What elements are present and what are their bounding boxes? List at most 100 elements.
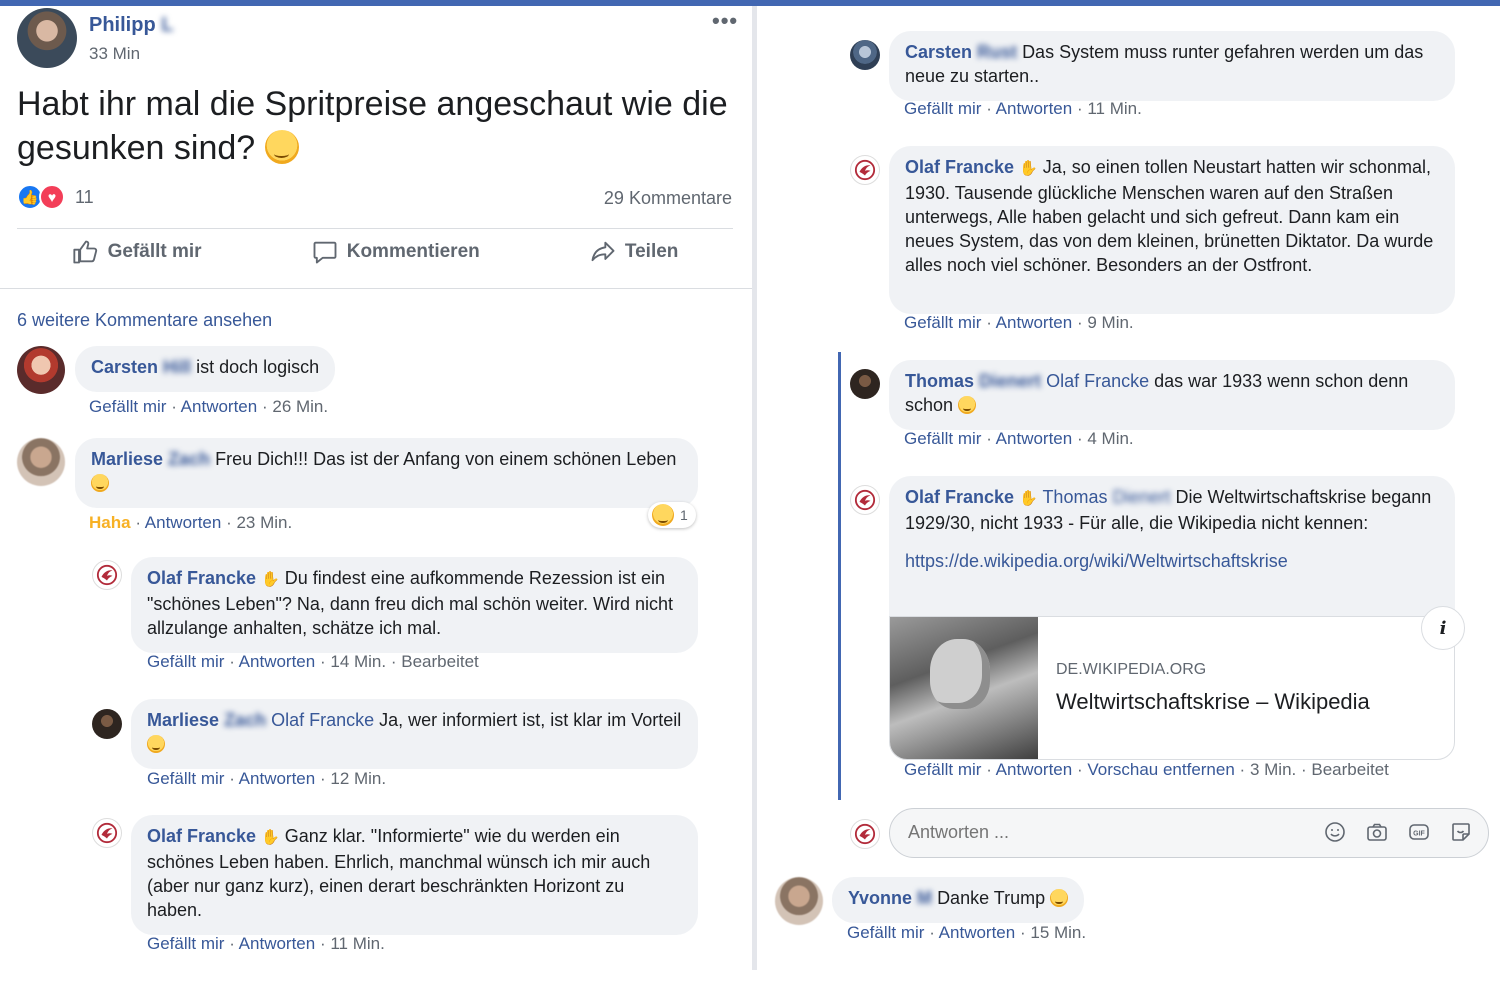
comment-bubble: Olaf Francke ✋ Ja, so einen tollen Neust…	[889, 146, 1455, 314]
wink-emoji-icon	[1050, 888, 1069, 907]
commenter-avatar[interactable]	[92, 709, 122, 739]
comment-reply-link[interactable]: Antworten	[939, 923, 1016, 942]
comment-reply-link[interactable]: Antworten	[996, 760, 1073, 779]
like-button[interactable]: Gefällt mir	[72, 238, 202, 266]
reply-input[interactable]	[908, 822, 1288, 843]
preview-thumbnail	[890, 617, 1038, 759]
commenter-name[interactable]: Marliese Zach	[91, 449, 210, 469]
mention-link[interactable]: Thomas Dienert	[1042, 487, 1170, 507]
comment-reply-link[interactable]: Antworten	[996, 313, 1073, 332]
comment-meta: Gefällt mir · Antworten · 12 Min.	[147, 769, 387, 788]
comment-button[interactable]: Kommentieren	[311, 238, 480, 266]
comment-like-link[interactable]: Gefällt mir	[147, 652, 224, 671]
preview-title: Weltwirtschaftskrise – Wikipedia	[1056, 689, 1370, 714]
commenter-avatar[interactable]	[775, 877, 823, 925]
post-author-name[interactable]: Philipp L	[89, 14, 173, 37]
comment-count[interactable]: 29 Kommentare	[604, 188, 732, 209]
comment-time[interactable]: 15 Min.	[1030, 923, 1086, 942]
gif-icon[interactable]: GIF	[1406, 819, 1432, 845]
comment-time[interactable]: 23 Min.	[236, 513, 292, 532]
comment-meta: Gefällt mir · Antworten · 26 Min.	[89, 397, 329, 416]
wikipedia-link[interactable]: https://de.wikipedia.org/wiki/Weltwirtsc…	[905, 551, 1288, 571]
post-timestamp[interactable]: 33 Min	[89, 44, 140, 64]
commenter-name[interactable]: Olaf Francke	[905, 487, 1014, 507]
edited-label[interactable]: Bearbeitet	[1311, 760, 1389, 779]
comment-bubble: Carsten Hill ist doch logisch	[75, 346, 336, 392]
commenter-avatar[interactable]	[850, 155, 880, 185]
edited-label[interactable]: Bearbeitet	[401, 652, 479, 671]
link-preview-card[interactable]: DE.WIKIPEDIA.ORG Weltwirtschaftskrise – …	[889, 616, 1455, 760]
commenter-name[interactable]: Carsten Rust	[905, 42, 1017, 62]
comment-button-label: Kommentieren	[346, 241, 480, 262]
comment-reply-link[interactable]: Antworten	[239, 652, 316, 671]
commenter-avatar[interactable]	[850, 40, 880, 70]
comment-meta: Gefällt mir · Antworten · 11 Min.	[904, 99, 1142, 118]
comment-time[interactable]: 4 Min.	[1087, 429, 1133, 448]
thread-indicator-line	[838, 352, 841, 800]
commenter-name[interactable]: Thomas Dienert	[905, 371, 1041, 391]
comment-like-link[interactable]: Gefällt mir	[847, 923, 924, 942]
comment-like-link[interactable]: Gefällt mir	[147, 769, 224, 788]
comment-time[interactable]: 14 Min.	[330, 652, 386, 671]
comment-reply-link[interactable]: Antworten	[996, 99, 1073, 118]
comment-meta: Gefällt mir · Antworten · 4 Min.	[904, 429, 1134, 448]
share-button-label: Teilen	[624, 241, 679, 262]
comment-reply-link[interactable]: Antworten	[239, 769, 316, 788]
like-button-label: Gefällt mir	[107, 241, 202, 262]
reaction-summary[interactable]: 👍 ♥ 11	[17, 184, 94, 210]
more-options-icon[interactable]: •••	[712, 8, 738, 34]
comment-reply-link[interactable]: Antworten	[996, 429, 1073, 448]
commenter-avatar[interactable]	[92, 818, 122, 848]
comment-reply-link[interactable]: Antworten	[145, 513, 222, 532]
comment-like-link[interactable]: Gefällt mir	[904, 429, 981, 448]
remove-preview-link[interactable]: Vorschau entfernen	[1087, 760, 1234, 779]
comment-time[interactable]: 11 Min.	[330, 934, 385, 953]
comment-like-link[interactable]: Gefällt mir	[904, 760, 981, 779]
reply-tools: GIF	[1322, 819, 1474, 845]
comment-like-link[interactable]: Gefällt mir	[904, 99, 981, 118]
commenter-avatar[interactable]	[17, 346, 65, 394]
comment-reply-link[interactable]: Antworten	[181, 397, 258, 416]
commenter-avatar[interactable]	[850, 369, 880, 399]
top-bar	[0, 0, 1500, 6]
post-actions: Gefällt mir Kommentieren Teilen	[17, 238, 733, 266]
comment-time[interactable]: 9 Min.	[1087, 313, 1133, 332]
comment-like-link[interactable]: Gefällt mir	[147, 934, 224, 953]
emoji-icon[interactable]	[1322, 819, 1348, 845]
comment-meta: Gefällt mir · Antworten · Vorschau entfe…	[904, 760, 1389, 779]
commenter-name[interactable]: Olaf Francke	[147, 826, 256, 846]
wave-hand-icon: ✋	[1019, 490, 1038, 507]
share-button[interactable]: Teilen	[589, 238, 679, 266]
comment-time[interactable]: 26 Min.	[272, 397, 328, 416]
comment-bubble: Yvonne M Danke Trump	[832, 877, 1085, 923]
commenter-name[interactable]: Olaf Francke	[905, 157, 1014, 177]
comment-like-link[interactable]: Gefällt mir	[904, 313, 981, 332]
comment-bubble: Carsten Rust Das System muss runter gefa…	[889, 31, 1455, 101]
mention-link[interactable]: Olaf Francke	[1046, 371, 1149, 391]
commenter-name[interactable]: Yvonne M	[848, 888, 932, 908]
commenter-name[interactable]: Olaf Francke	[147, 568, 256, 588]
current-user-avatar	[850, 819, 880, 849]
mention-link[interactable]: Olaf Francke	[271, 710, 374, 730]
more-comments-link[interactable]: 6 weitere Kommentare ansehen	[17, 310, 272, 331]
comment-reply-link[interactable]: Antworten	[239, 934, 316, 953]
camera-icon[interactable]	[1364, 819, 1390, 845]
info-icon[interactable]: i	[1421, 606, 1465, 650]
commenter-avatar[interactable]	[850, 485, 880, 515]
comment-time[interactable]: 12 Min.	[330, 769, 386, 788]
comment-like-link[interactable]: Gefällt mir	[89, 397, 166, 416]
commenter-avatar[interactable]	[17, 438, 65, 486]
post-author-avatar[interactable]	[17, 8, 77, 68]
commenter-name[interactable]: Marliese Zach	[147, 710, 266, 730]
wave-hand-icon: ✋	[1019, 160, 1038, 177]
commenter-name[interactable]: Carsten Hill	[91, 357, 191, 377]
preview-domain: DE.WIKIPEDIA.ORG	[1056, 661, 1207, 678]
comment-bubble: Thomas Dienert Olaf Francke das war 1933…	[889, 360, 1455, 430]
sticker-icon[interactable]	[1448, 819, 1474, 845]
comment-haha-link[interactable]: Haha	[89, 513, 131, 532]
laughing-emoji-icon	[958, 395, 977, 414]
comment-reaction-pill[interactable]: 1	[648, 502, 696, 528]
comment-time[interactable]: 11 Min.	[1087, 99, 1142, 118]
comment-time[interactable]: 3 Min.	[1250, 760, 1296, 779]
commenter-avatar[interactable]	[92, 560, 122, 590]
